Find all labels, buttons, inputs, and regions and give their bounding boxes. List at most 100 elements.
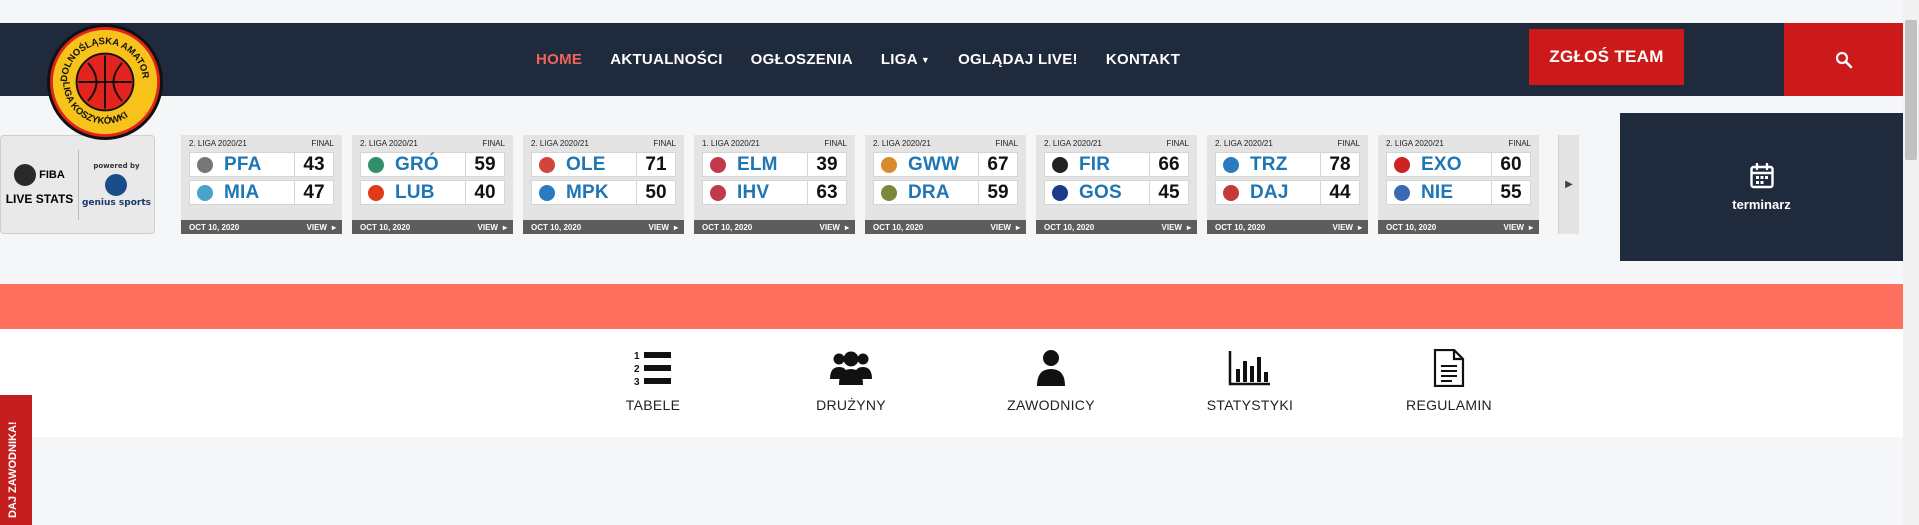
quick-link-teams[interactable]: DRUŻYNY	[771, 349, 931, 413]
game-home-team-row: PFA 43	[189, 152, 334, 177]
game-date: OCT 10, 2020	[531, 222, 582, 232]
game-view-link[interactable]: VIEW	[1333, 223, 1362, 232]
team-abbreviation[interactable]: MPK	[566, 182, 636, 204]
game-card[interactable]: 1. LIGA 2020/21 FINAL ELM 39 IHV 63 OCT 10, 20…	[694, 135, 855, 234]
game-date: OCT 10, 2020	[1044, 222, 1095, 232]
team-abbreviation[interactable]: MIA	[224, 182, 294, 204]
team-logo-icon	[707, 154, 729, 176]
game-card-header: 2. LIGA 2020/21 FINAL	[523, 135, 684, 152]
scrollbar-thumb[interactable]	[1905, 20, 1917, 160]
game-card-header: 1. LIGA 2020/21 FINAL	[694, 135, 855, 152]
team-abbreviation[interactable]: DRA	[908, 182, 978, 204]
team-logo-icon	[1049, 182, 1071, 204]
nav-home[interactable]: HOME	[536, 51, 582, 68]
quick-link-label: DRUŻYNY	[816, 397, 886, 413]
nav-announcements[interactable]: OGŁOSZENIA	[751, 51, 853, 68]
game-card[interactable]: 2. LIGA 2020/21 FINAL TRZ 78 DAJ 44 OCT 10, 20…	[1207, 135, 1368, 234]
fiba-ball-icon	[14, 163, 37, 186]
game-card[interactable]: 2. LIGA 2020/21 FINAL OLE 71 MPK 50 OCT 10, 20…	[523, 135, 684, 234]
game-home-team-row: OLE 71	[531, 152, 676, 177]
team-logo-icon	[878, 154, 900, 176]
team-logo-icon	[1220, 154, 1242, 176]
game-view-link[interactable]: VIEW	[991, 223, 1020, 232]
game-view-link[interactable]: VIEW	[1504, 223, 1533, 232]
team-score: 78	[1320, 153, 1359, 176]
team-abbreviation[interactable]: EXO	[1421, 154, 1491, 176]
game-card-footer: OCT 10, 2020 VIEW	[352, 220, 513, 234]
game-view-link[interactable]: VIEW	[478, 223, 507, 232]
quick-link-players[interactable]: ZAWODNICY	[971, 349, 1131, 413]
game-card-footer: OCT 10, 2020 VIEW	[694, 220, 855, 234]
game-league: 2. LIGA 2020/21	[360, 139, 418, 148]
add-player-side-tab[interactable]: DAJ ZAWODNIKA!	[0, 395, 32, 525]
team-logo-icon	[1391, 154, 1413, 176]
game-league: 2. LIGA 2020/21	[189, 139, 247, 148]
nav-contact[interactable]: KONTAKT	[1106, 51, 1180, 68]
ticker-next-arrow-icon[interactable]: ▶	[1558, 135, 1579, 234]
team-abbreviation[interactable]: LUB	[395, 182, 465, 204]
team-score: 45	[1149, 181, 1188, 204]
team-abbreviation[interactable]: PFA	[224, 154, 294, 176]
team-abbreviation[interactable]: DAJ	[1250, 182, 1320, 204]
game-view-link[interactable]: VIEW	[1162, 223, 1191, 232]
register-team-button[interactable]: ZGŁOŚ TEAM	[1529, 29, 1684, 85]
quick-link-statistics[interactable]: STATYSTYKI	[1170, 349, 1330, 413]
game-view-link[interactable]: VIEW	[820, 223, 849, 232]
game-card[interactable]: 2. LIGA 2020/21 FINAL PFA 43 MIA 47 OCT 10, 20…	[181, 135, 342, 234]
game-view-link[interactable]: VIEW	[649, 223, 678, 232]
team-score: 50	[636, 181, 675, 204]
game-league: 1. LIGA 2020/21	[702, 139, 760, 148]
game-card[interactable]: 2. LIGA 2020/21 FINAL FIR 66 GOS 45 OCT 10, 20…	[1036, 135, 1197, 234]
search-button[interactable]	[1784, 23, 1903, 96]
team-abbreviation[interactable]: OLE	[566, 154, 636, 176]
add-player-label: DAJ ZAWODNIKA!	[7, 421, 19, 518]
league-logo[interactable]: DOLNOŚLĄSKA AMATORSKA LIGA KOSZYKÓWKI	[47, 24, 163, 140]
team-abbreviation[interactable]: ELM	[737, 154, 807, 176]
page-scrollbar[interactable]	[1903, 0, 1919, 525]
game-card-header: 2. LIGA 2020/21 FINAL	[352, 135, 513, 152]
schedule-tile[interactable]: terminarz	[1620, 113, 1903, 261]
game-home-team-row: ELM 39	[702, 152, 847, 177]
team-logo-icon	[536, 182, 558, 204]
team-abbreviation[interactable]: GWW	[908, 154, 978, 176]
nav-news[interactable]: AKTUALNOŚCI	[610, 51, 722, 68]
game-league: 2. LIGA 2020/21	[1044, 139, 1102, 148]
game-view-link[interactable]: VIEW	[307, 223, 336, 232]
quick-link-rules[interactable]: REGULAMIN	[1369, 349, 1529, 413]
team-abbreviation[interactable]: GRÓ	[395, 154, 465, 176]
team-abbreviation[interactable]: NIE	[1421, 182, 1491, 204]
team-abbreviation[interactable]: IHV	[737, 182, 807, 204]
game-date: OCT 10, 2020	[360, 222, 411, 232]
nav-league[interactable]: LIGA ▼	[881, 51, 930, 68]
game-away-team-row: DRA 59	[873, 180, 1018, 205]
game-date: OCT 10, 2020	[189, 222, 240, 232]
game-away-team-row: IHV 63	[702, 180, 847, 205]
game-card[interactable]: 2. LIGA 2020/21 FINAL GWW 67 DRA 59 OCT 10, 20…	[865, 135, 1026, 234]
fiba-label: FIBA	[39, 168, 65, 181]
svg-text:2: 2	[634, 364, 640, 375]
game-card[interactable]: 2. LIGA 2020/21 FINAL EXO 60 NIE 55 OCT 10, 20…	[1378, 135, 1539, 234]
team-logo-icon	[536, 154, 558, 176]
game-status: FINAL	[482, 139, 505, 148]
scores-ticker: 2. LIGA 2020/21 FINAL PFA 43 MIA 47 OCT 10, 20…	[181, 135, 1578, 234]
game-status: FINAL	[1337, 139, 1360, 148]
team-abbreviation[interactable]: FIR	[1079, 154, 1149, 176]
quick-links-bar: 1 2 3 TABELE DRUŻYNY ZAWODNICY STATYSTYK…	[0, 329, 1903, 437]
game-away-team-row: GOS 45	[1044, 180, 1189, 205]
team-score: 59	[465, 153, 504, 176]
game-status: FINAL	[653, 139, 676, 148]
calendar-icon	[1749, 162, 1774, 188]
svg-text:1: 1	[634, 351, 640, 362]
quick-link-label: STATYSTYKI	[1206, 397, 1294, 413]
quick-link-tables[interactable]: 1 2 3 TABELE	[573, 349, 733, 413]
team-abbreviation[interactable]: GOS	[1079, 182, 1149, 204]
quick-link-label: ZAWODNICY	[1007, 397, 1095, 413]
team-score: 43	[294, 153, 333, 176]
nav-watch-live[interactable]: OGLĄDAJ LIVE!	[958, 51, 1078, 68]
game-card-header: 2. LIGA 2020/21 FINAL	[1378, 135, 1539, 152]
game-card[interactable]: 2. LIGA 2020/21 FINAL GRÓ 59 LUB 40 OCT 10, 20…	[352, 135, 513, 234]
game-date: OCT 10, 2020	[1215, 222, 1266, 232]
genius-sports-label: genius sports	[81, 197, 151, 208]
fiba-livestats-widget[interactable]: FIBA LIVE STATS powered by genius sports	[0, 135, 155, 234]
team-abbreviation[interactable]: TRZ	[1250, 154, 1320, 176]
